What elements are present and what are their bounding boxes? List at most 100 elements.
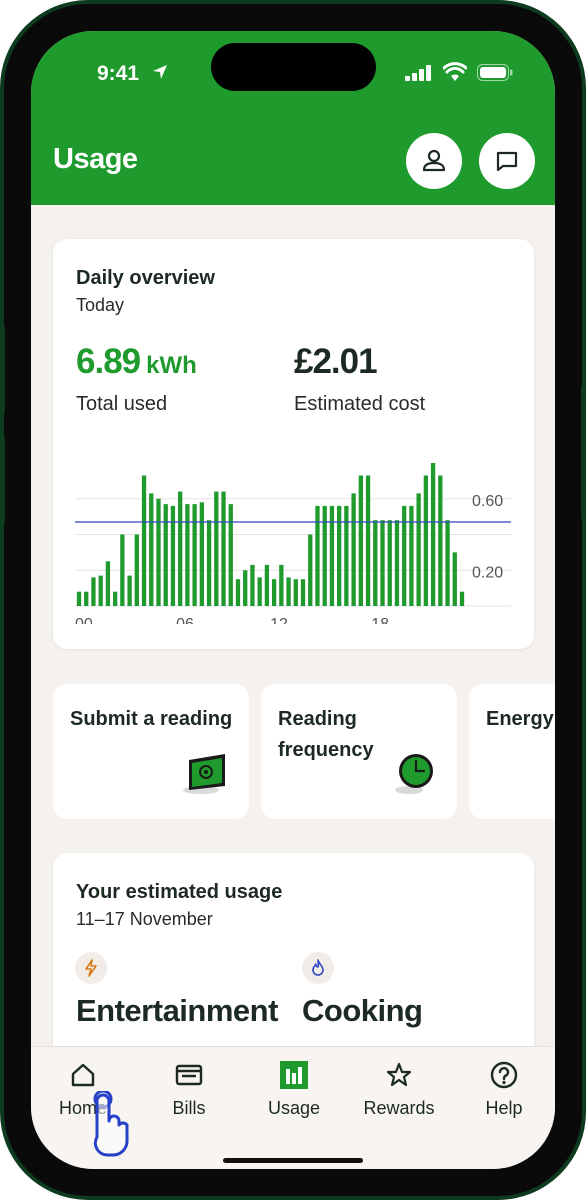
chart-bar <box>221 491 226 606</box>
submit-reading-label: Submit a reading <box>70 708 233 730</box>
lightning-icon-badge <box>75 952 107 984</box>
chart-y-tick-label: 0.20 <box>472 564 503 581</box>
total-usage-unit: kWh <box>146 352 197 379</box>
chart-bar <box>98 575 103 606</box>
chart-bar <box>387 520 392 606</box>
chart-bar <box>430 463 436 606</box>
help-icon <box>490 1061 518 1089</box>
chart-bar <box>293 579 298 606</box>
daily-overview-title: Daily overview <box>76 267 215 289</box>
chart-bar <box>192 504 197 606</box>
estimated-usage-title: Your estimated usage <box>76 881 283 903</box>
estimated-usage-date-range: 11–17 November <box>76 909 213 929</box>
page-title: Usage <box>53 143 138 175</box>
profile-icon <box>422 149 446 172</box>
chart-bar <box>300 579 306 606</box>
estimated-cost-label: Estimated cost <box>294 393 426 415</box>
submit-reading-tile[interactable]: Submit a reading <box>53 684 249 819</box>
dynamic-island <box>211 43 376 91</box>
chart-bar <box>112 591 118 606</box>
chart-bar <box>156 498 161 606</box>
energy-assessment-label: Energy assessm <box>486 708 555 730</box>
lightning-icon <box>85 959 97 977</box>
bar-chart-icon <box>280 1061 308 1089</box>
star-icon <box>386 1062 412 1087</box>
chart-bar <box>344 505 349 606</box>
chart-bar <box>120 534 125 606</box>
messages-button[interactable] <box>479 133 535 189</box>
chart-bar <box>329 505 335 606</box>
chart-bar <box>315 505 320 606</box>
flame-icon <box>312 959 324 976</box>
total-usage-number: 6.89 <box>76 342 141 381</box>
home-indicator <box>223 1158 363 1163</box>
chart-bar <box>380 520 385 606</box>
chart-bar <box>445 520 450 606</box>
chart-bar <box>214 491 219 606</box>
usage-bar-chart[interactable]: 0.60 0.20 00 06 12 18 <box>71 449 516 624</box>
usage-category-entertainment: Entertainment <box>76 993 278 1028</box>
reading-frequency-tile[interactable]: Reading frequency <box>261 684 457 819</box>
chart-bar <box>127 575 132 606</box>
total-usage-label: Total used <box>76 393 168 415</box>
chart-bar <box>438 475 443 606</box>
chart-bar <box>84 591 89 606</box>
chart-bar <box>178 491 183 606</box>
signal-icon <box>405 65 431 81</box>
volume-down-button <box>0 436 5 524</box>
tab-rewards[interactable]: Rewards <box>354 1061 444 1119</box>
chart-bar <box>235 579 241 606</box>
tab-help-label: Help <box>485 1098 523 1118</box>
chart-bar <box>271 579 277 606</box>
chart-bar <box>452 552 457 606</box>
chart-y-tick-label: 0.60 <box>472 493 503 510</box>
screen: 9:41 Usage Daily overview Today 6.89 kWh… <box>31 31 555 1169</box>
estimated-cost-value: £2.01 <box>294 342 378 381</box>
location-arrow-icon <box>153 65 167 79</box>
chart-bar <box>279 564 284 606</box>
chart-bar <box>105 561 111 606</box>
tab-help[interactable]: Help <box>459 1061 549 1119</box>
chart-bar <box>394 520 400 606</box>
chart-bar <box>308 534 313 606</box>
volume-up-button <box>0 325 5 413</box>
chart-bar <box>141 475 147 606</box>
tab-bills[interactable]: Bills <box>144 1061 234 1119</box>
flame-icon-badge <box>302 952 334 984</box>
energy-assessment-tile[interactable]: Energy assessm <box>469 684 555 819</box>
tab-rewards-label: Rewards <box>363 1098 435 1118</box>
chart-bar <box>228 504 233 606</box>
total-usage-value: 6.89 kWh <box>76 342 197 382</box>
chart-x-tick-label: 12 <box>270 616 288 624</box>
chart-bar <box>199 502 204 606</box>
chart-bar <box>185 504 190 606</box>
chart-bar <box>402 505 407 606</box>
chart-bar <box>206 520 212 606</box>
chart-bar <box>76 591 82 606</box>
chart-bar <box>250 564 255 606</box>
chart-bar <box>243 570 248 606</box>
chart-bar <box>459 591 465 606</box>
wifi-icon <box>443 62 467 81</box>
smart-meter-icon <box>183 754 225 794</box>
chart-bar <box>416 493 421 606</box>
tab-usage[interactable]: Usage <box>249 1061 339 1119</box>
profile-button[interactable] <box>406 133 462 189</box>
chart-bar <box>134 534 139 606</box>
chart-bar <box>257 577 262 606</box>
chart-bar <box>358 475 363 606</box>
tap-pointer-icon <box>93 1091 129 1157</box>
chart-x-tick-label: 18 <box>371 616 389 624</box>
chart-bar <box>163 504 168 606</box>
chart-bar <box>337 505 342 606</box>
daily-overview-subtitle: Today <box>76 295 125 315</box>
chart-bar <box>322 505 327 606</box>
chart-bar <box>423 475 429 606</box>
usage-category-cooking: Cooking <box>302 993 423 1028</box>
chart-x-tick-label: 06 <box>176 616 194 624</box>
chart-bar <box>149 493 154 606</box>
chart-bar <box>170 505 176 606</box>
chart-bar <box>409 505 414 606</box>
chart-bar <box>373 520 378 606</box>
battery-icon <box>477 64 513 81</box>
